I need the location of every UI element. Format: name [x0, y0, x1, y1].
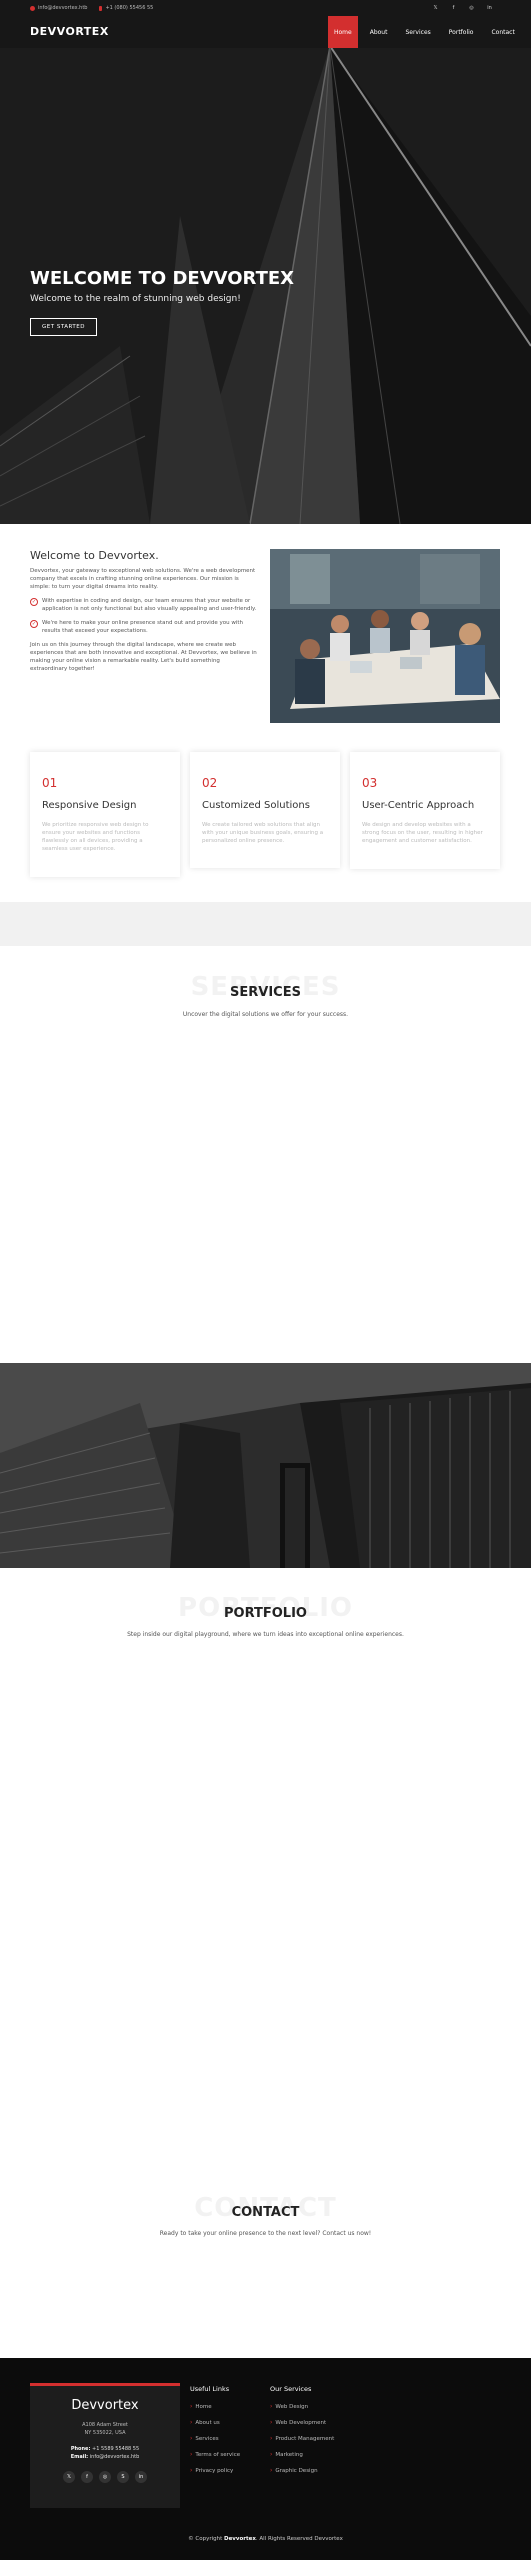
chevron-right-icon: › — [270, 2435, 273, 2442]
copyright-prefix: © Copyright — [188, 2536, 223, 2542]
footer-service-link[interactable]: › Web Development — [270, 2419, 334, 2426]
feature-number: 02 — [202, 776, 218, 790]
twitter-icon[interactable]: 𝕏 — [63, 2471, 75, 2483]
feature-title: Customized Solutions — [202, 800, 310, 811]
feature-description: We prioritize responsive web design to e… — [42, 822, 149, 852]
copyright-text: © Copyright Devvortex. All Rights Reserv… — [0, 2536, 531, 2542]
footer-link[interactable]: › About us — [190, 2419, 240, 2426]
nav-services[interactable]: Services — [399, 16, 436, 48]
copyright-brand: Devvortex — [224, 2536, 256, 2542]
email-text: info@devvortex.htb — [38, 5, 88, 11]
phone-text: +1 (080) 55456 55 — [105, 5, 154, 11]
contact-subtitle: Ready to take your online presence to th… — [159, 2230, 372, 2237]
footer-address: A108 Adam Street NY 535022, USA — [30, 2421, 180, 2437]
linkedin-icon[interactable]: in — [486, 4, 493, 11]
site-header: DEVVORTEX Home About Services Portfolio … — [0, 16, 531, 48]
check-circle-icon: ✓ — [30, 620, 38, 628]
services-title: SERVICES — [230, 985, 301, 1000]
chevron-right-icon: › — [190, 2435, 193, 2442]
footer-info-box: Devvortex A108 Adam Street NY 535022, US… — [30, 2383, 180, 2508]
hero-title: WELCOME TO DEVVORTEX — [30, 268, 295, 289]
nav-about[interactable]: About — [364, 16, 394, 48]
phone-label: Phone: — [70, 2446, 91, 2452]
address-line: A108 Adam Street — [82, 2422, 128, 2428]
contact-title: CONTACT — [231, 2205, 300, 2220]
chevron-right-icon: › — [190, 2403, 193, 2410]
about-point-text: We're here to make your online presence … — [42, 620, 243, 634]
city-skyline-image — [0, 1363, 531, 1568]
footer-brand: Devvortex — [71, 2398, 139, 2413]
chevron-right-icon: › — [270, 2451, 273, 2458]
phone-icon — [99, 5, 103, 11]
footer-service-link[interactable]: › Graphic Design — [270, 2467, 334, 2474]
nav-contact[interactable]: Contact — [485, 16, 520, 48]
about-point-text: With expertise in coding and design, our… — [42, 598, 257, 612]
instagram-icon[interactable]: ◎ — [99, 2471, 111, 2483]
footer-link[interactable]: › Home — [190, 2403, 240, 2410]
facebook-icon[interactable]: f — [81, 2471, 93, 2483]
hero-subtitle: Welcome to the realm of stunning web des… — [30, 294, 241, 304]
portfolio-subtitle: Step inside our digital playground, wher… — [127, 1631, 404, 1638]
feature-card: 02 Customized Solutions We create tailor… — [190, 752, 340, 868]
our-services-column: Our Services › Web Design › Web Developmen… — [270, 2385, 334, 2483]
about-point: ✓ We're here to make your online presenc… — [30, 619, 258, 635]
site-footer: Devvortex A108 Adam Street NY 535022, US… — [0, 2358, 531, 2560]
chevron-right-icon: › — [270, 2419, 273, 2426]
get-started-button[interactable]: GET STARTED — [30, 318, 97, 336]
footer-contact: Phone: +1 5589 55488 55 Email: info@devv… — [30, 2445, 180, 2461]
instagram-icon[interactable]: ◎ — [468, 4, 475, 11]
about-point: ✓ With expertise in coding and design, o… — [30, 597, 258, 613]
feature-card: 01 Responsive Design We prioritize respo… — [30, 752, 180, 877]
chevron-right-icon: › — [190, 2467, 193, 2474]
footer-service-link[interactable]: › Product Management — [270, 2435, 334, 2442]
about-intro: Devvortex, your gateway to exceptional w… — [30, 568, 256, 590]
footer-link[interactable]: › Terms of service — [190, 2451, 240, 2458]
useful-links-column: Useful Links › Home › About us › Services ›… — [190, 2385, 240, 2483]
main-nav: Home About Services Portfolio Contact — [328, 16, 527, 48]
footer-link[interactable]: › Services — [190, 2435, 240, 2442]
footer-service-link[interactable]: › Web Design — [270, 2403, 334, 2410]
nav-portfolio[interactable]: Portfolio — [443, 16, 480, 48]
footer-socials: 𝕏 f ◎ S in — [30, 2471, 180, 2483]
chevron-right-icon: › — [190, 2451, 193, 2458]
footer-phone: +1 5589 55488 55 — [92, 2446, 140, 2452]
useful-links-title: Useful Links — [190, 2385, 230, 2393]
team-meeting-image — [270, 549, 500, 723]
feature-description: We create tailored web solutions that al… — [202, 822, 324, 844]
chevron-right-icon: › — [270, 2467, 273, 2474]
chevron-right-icon: › — [270, 2403, 273, 2410]
twitter-icon[interactable]: 𝕏 — [432, 4, 439, 11]
copyright-suffix: . All Rights Reserved Devvortex — [255, 2536, 343, 2542]
email-contact[interactable]: info@devvortex.htb — [30, 5, 87, 11]
about-title: Welcome to Devvortex. — [30, 549, 159, 562]
feature-number: 01 — [42, 776, 58, 790]
services-subtitle: Uncover the digital solutions we offer f… — [182, 1011, 349, 1018]
phone-contact[interactable]: +1 (080) 55456 55 — [99, 5, 153, 11]
address-line: NY 535022, USA — [84, 2430, 126, 2436]
feature-card: 03 User-Centric Approach We design and d… — [350, 752, 500, 869]
feature-title: User-Centric Approach — [362, 800, 475, 811]
check-circle-icon: ✓ — [30, 598, 38, 606]
linkedin-icon[interactable]: in — [135, 2471, 147, 2483]
portfolio-title: PORTFOLIO — [224, 1606, 307, 1621]
hero-section: WELCOME TO DEVVORTEX Welcome to the real… — [0, 16, 531, 524]
skype-icon[interactable]: S — [117, 2471, 129, 2483]
email-label: Email: — [70, 2454, 89, 2460]
feature-title: Responsive Design — [42, 800, 137, 811]
site-logo[interactable]: DEVVORTEX — [30, 25, 109, 38]
about-outro: Join us on this journey through the digi… — [30, 642, 257, 672]
footer-link[interactable]: › Privacy policy — [190, 2467, 240, 2474]
feature-description: We design and develop websites with a st… — [362, 822, 483, 844]
envelope-icon — [30, 5, 35, 11]
footer-service-link[interactable]: › Marketing — [270, 2451, 334, 2458]
feature-number: 03 — [362, 776, 378, 790]
chevron-right-icon: › — [190, 2419, 193, 2426]
facebook-icon[interactable]: f — [450, 4, 457, 11]
footer-email[interactable]: info@devvortex.htb — [90, 2454, 139, 2460]
our-services-title: Our Services — [270, 2385, 312, 2393]
about-body: Devvortex, your gateway to exceptional w… — [30, 567, 258, 679]
divider-band — [0, 902, 531, 946]
nav-home[interactable]: Home — [328, 16, 358, 48]
top-bar: info@devvortex.htb +1 (080) 55456 55 𝕏 f… — [0, 0, 531, 16]
